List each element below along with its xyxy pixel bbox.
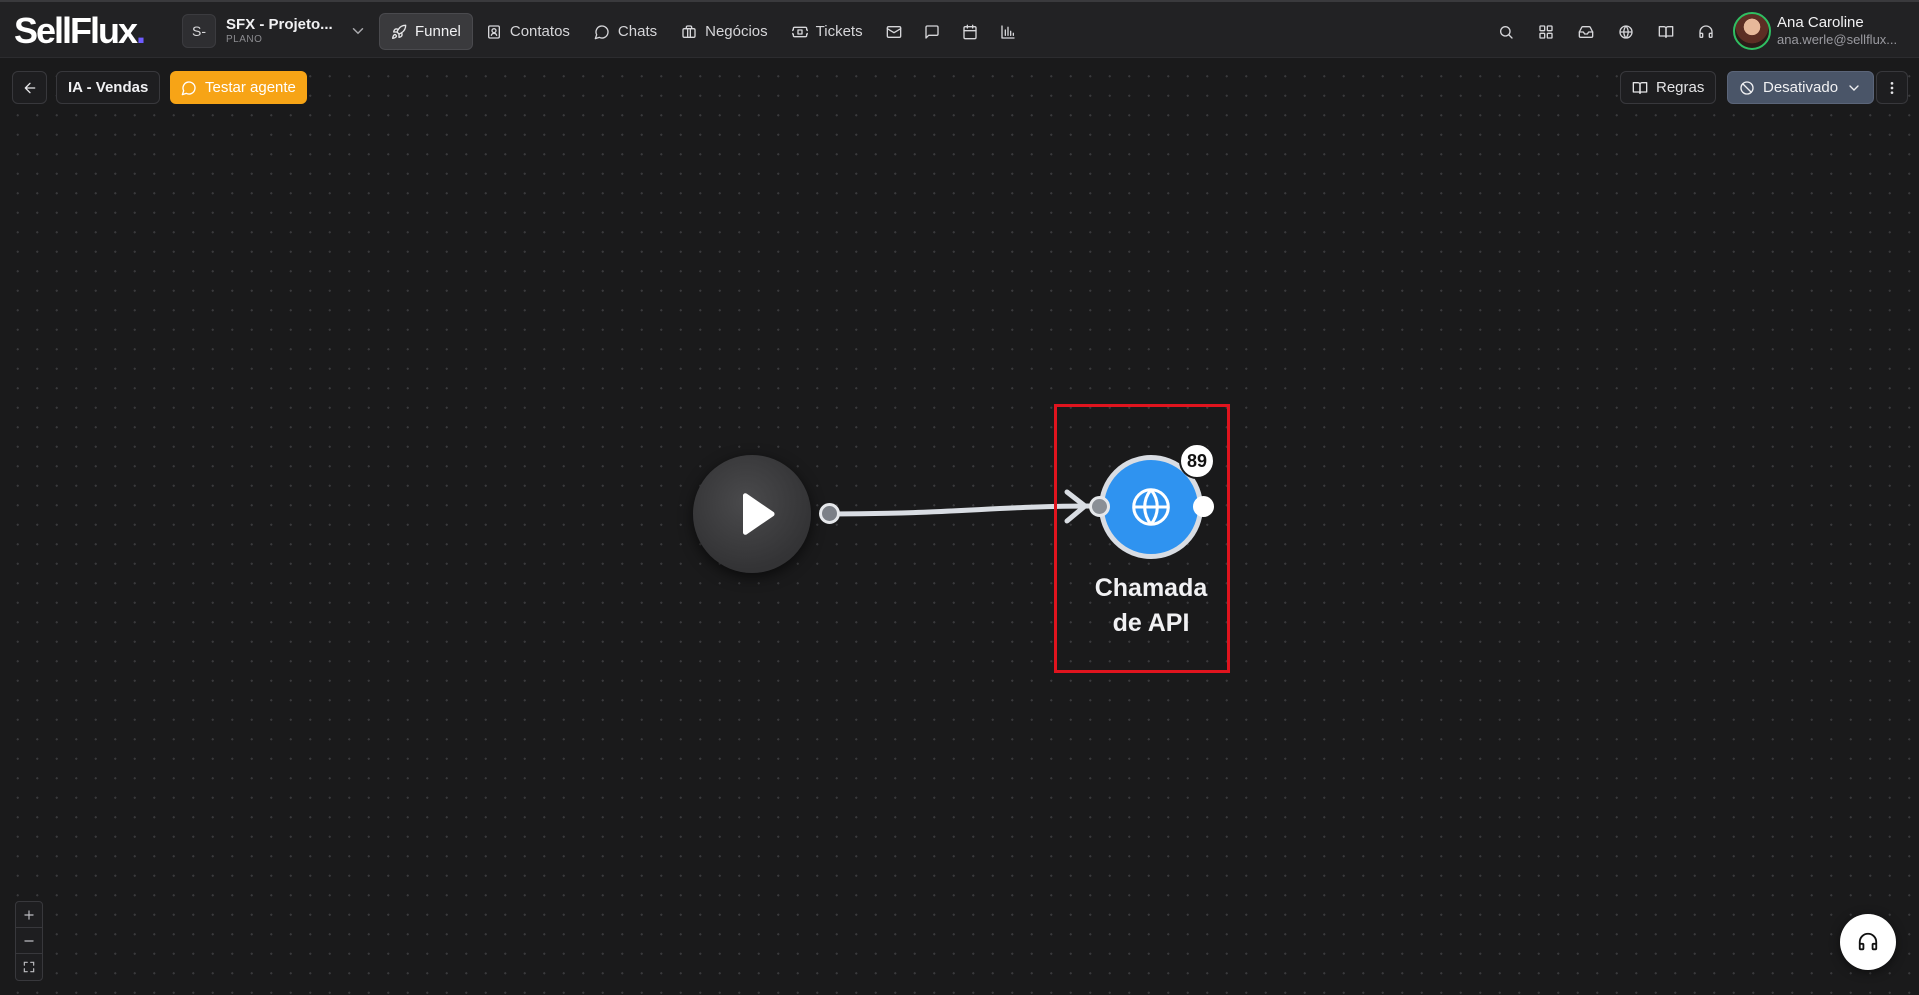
chevron-down-icon: [1849, 84, 1859, 91]
inbox-icon: [1578, 25, 1594, 38]
rules-label: Regras: [1656, 79, 1705, 96]
back-button[interactable]: [12, 71, 47, 104]
minus-icon: [24, 939, 34, 942]
mail-icon: [886, 25, 901, 38]
rocket-icon: [392, 24, 407, 39]
chat-bubble-icon: [181, 80, 196, 95]
support-chat-button[interactable]: [1840, 914, 1896, 970]
test-agent-label: Testar agente: [205, 79, 296, 96]
flow-connections: [827, 489, 1095, 524]
api-node-output-handle[interactable]: [1193, 496, 1214, 517]
project-plan: PLANO: [226, 33, 263, 45]
message-square-icon: [924, 24, 939, 39]
status-dropdown[interactable]: Desativado: [1727, 71, 1875, 104]
docs-button[interactable]: [1648, 13, 1684, 50]
node-count-badge: 89: [1179, 443, 1215, 479]
chevron-down-icon: [352, 28, 363, 35]
test-agent-button[interactable]: Testar agente: [170, 71, 307, 104]
main-nav: Funnel Contatos Chats Negócios Tickets: [379, 13, 1026, 50]
book-icon: [1658, 25, 1674, 38]
contacts-icon: [487, 24, 500, 39]
nav-tickets-label: Tickets: [815, 23, 863, 40]
project-name: SFX - Projeto...: [226, 16, 333, 34]
headset-icon: [1699, 24, 1713, 38]
grid-icon: [1539, 24, 1553, 39]
user-email: ana.werle@sellflux...: [1777, 32, 1898, 48]
nav-chats[interactable]: Chats: [583, 13, 668, 50]
zoom-controls: [15, 901, 43, 981]
fullscreen-icon: [23, 961, 35, 973]
search-icon: [1500, 25, 1513, 39]
avatar: [1733, 12, 1771, 50]
project-selector[interactable]: S- SFX - Projeto... PLANO: [182, 14, 367, 48]
plus-icon: [24, 909, 34, 920]
support-header-button[interactable]: [1688, 13, 1724, 50]
nav-reports[interactable]: [990, 13, 1026, 50]
nav-email[interactable]: [876, 13, 912, 50]
more-vertical-icon: [1890, 81, 1894, 94]
more-options-button[interactable]: [1876, 71, 1908, 104]
zoom-in-button[interactable]: [16, 902, 42, 928]
top-navigation-bar: SellFlux. S- SFX - Projeto... PLANO Funn…: [0, 0, 1919, 58]
start-node-output-handle[interactable]: [819, 503, 840, 524]
nav-calendar[interactable]: [952, 13, 988, 50]
status-label: Desativado: [1763, 79, 1839, 96]
bar-chart-icon: [1000, 24, 1015, 39]
nav-funnel-label: Funnel: [415, 23, 461, 40]
inbox-button[interactable]: [1568, 13, 1604, 50]
api-node-label: Chamada de API: [1082, 571, 1220, 641]
start-node[interactable]: [693, 455, 811, 573]
user-menu[interactable]: Ana Caroline ana.werle@sellflux...: [1733, 12, 1897, 50]
headset-icon: [1858, 932, 1878, 951]
project-avatar: S-: [182, 14, 216, 48]
ticket-icon: [791, 26, 808, 37]
nav-tickets[interactable]: Tickets: [781, 13, 874, 50]
zoom-out-button[interactable]: [16, 928, 42, 954]
nav-funnel[interactable]: Funnel: [379, 13, 473, 50]
nav-contatos[interactable]: Contatos: [475, 13, 581, 50]
api-node-label-line1: Chamada: [1094, 574, 1208, 602]
fit-view-button[interactable]: [16, 954, 42, 980]
connection-edge: [827, 503, 1095, 517]
chat-bubble-icon: [594, 24, 609, 39]
apps-button[interactable]: [1528, 13, 1564, 50]
play-icon: [743, 493, 775, 535]
nav-negocios[interactable]: Negócios: [670, 13, 779, 50]
briefcase-icon: [682, 24, 696, 38]
sellflux-logo[interactable]: SellFlux.: [14, 10, 146, 52]
book-open-icon: [1632, 81, 1648, 94]
globe-icon: [1619, 24, 1633, 39]
language-button[interactable]: [1608, 13, 1644, 50]
calendar-icon: [962, 24, 977, 39]
nav-negocios-label: Negócios: [705, 23, 768, 40]
flow-title: IA - Vendas: [68, 79, 149, 96]
user-name: Ana Caroline: [1777, 13, 1864, 31]
search-button[interactable]: [1488, 13, 1524, 50]
api-node-input-handle[interactable]: [1089, 496, 1110, 517]
nav-chats-label: Chats: [617, 23, 658, 40]
globe-icon: [1132, 488, 1170, 526]
rules-button[interactable]: Regras: [1620, 71, 1717, 104]
nav-messages[interactable]: [914, 13, 950, 50]
nav-contatos-label: Contatos: [509, 23, 570, 40]
arrow-left-icon: [24, 82, 35, 93]
flow-title-button[interactable]: IA - Vendas: [56, 71, 161, 104]
utility-icons: [1488, 13, 1724, 50]
ban-icon: [1740, 80, 1754, 95]
api-node-label-line2: de API: [1112, 609, 1190, 637]
